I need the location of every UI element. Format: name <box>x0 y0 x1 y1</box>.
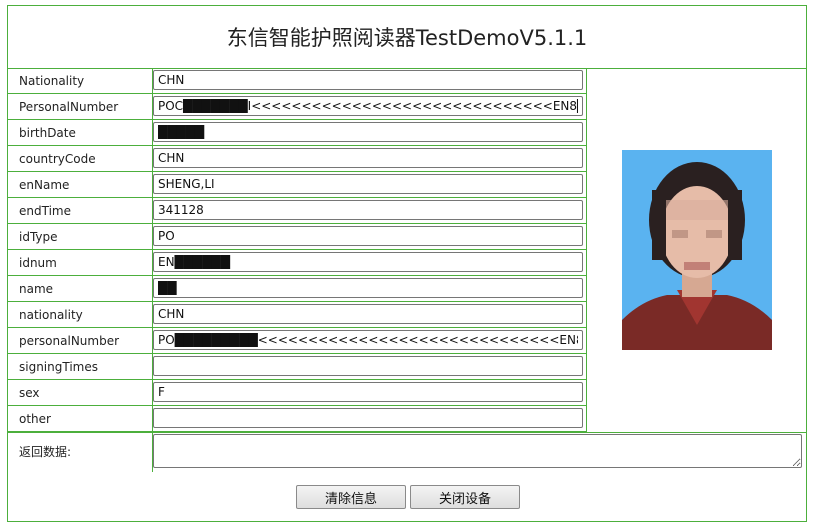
field-cell-idType <box>153 224 587 250</box>
field-input-name[interactable] <box>153 278 583 298</box>
field-label-sex: sex <box>8 380 153 406</box>
field-input-enName[interactable] <box>153 174 583 194</box>
field-cell-signingTimes <box>153 354 587 380</box>
field-label-personalNumber: personalNumber <box>8 328 153 354</box>
field-input-birthDate[interactable] <box>153 122 583 142</box>
field-cell-PersonalNumber <box>153 94 587 120</box>
field-label-countryCode: countryCode <box>8 146 153 172</box>
return-data-label: 返回数据: <box>8 432 153 472</box>
field-input-countryCode[interactable] <box>153 148 583 168</box>
field-label-idnum: idnum <box>8 250 153 276</box>
photo-cell <box>587 68 806 432</box>
close-device-button[interactable]: 关闭设备 <box>410 485 520 509</box>
field-input-idnum[interactable] <box>153 252 583 272</box>
button-row: 清除信息 关闭设备 <box>8 473 806 521</box>
field-cell-enName <box>153 172 587 198</box>
field-input-nationality[interactable] <box>153 304 583 324</box>
field-cell-Nationality <box>153 68 587 94</box>
return-data-cell <box>153 432 806 472</box>
field-input-personalNumber[interactable] <box>153 330 583 350</box>
field-input-idType[interactable] <box>153 226 583 246</box>
field-label-birthDate: birthDate <box>8 120 153 146</box>
field-input-other[interactable] <box>153 408 583 428</box>
field-label-other: other <box>8 406 153 432</box>
id-photo <box>622 150 772 350</box>
field-input-Nationality[interactable] <box>153 70 583 90</box>
field-cell-other <box>153 406 587 432</box>
field-input-endTime[interactable] <box>153 200 583 220</box>
field-cell-birthDate <box>153 120 587 146</box>
field-cell-personalNumber <box>153 328 587 354</box>
field-label-PersonalNumber: PersonalNumber <box>8 94 153 120</box>
field-label-Nationality: Nationality <box>8 68 153 94</box>
field-cell-nationality <box>153 302 587 328</box>
field-input-PersonalNumber[interactable] <box>153 96 583 116</box>
page-title: 东信智能护照阅读器TestDemoV5.1.1 <box>226 26 588 50</box>
clear-info-button[interactable]: 清除信息 <box>296 485 406 509</box>
return-data-textarea[interactable] <box>153 434 802 468</box>
field-cell-countryCode <box>153 146 587 172</box>
portrait-icon <box>622 150 772 350</box>
field-label-nationality: nationality <box>8 302 153 328</box>
field-input-signingTimes[interactable] <box>153 356 583 376</box>
form-area: NationalityPersonalNumberbirthDatecountr… <box>8 68 806 472</box>
field-cell-name <box>153 276 587 302</box>
field-cell-idnum <box>153 250 587 276</box>
field-label-enName: enName <box>8 172 153 198</box>
field-cell-endTime <box>153 198 587 224</box>
field-label-endTime: endTime <box>8 198 153 224</box>
field-label-name: name <box>8 276 153 302</box>
field-input-sex[interactable] <box>153 382 583 402</box>
title-row: 东信智能护照阅读器TestDemoV5.1.1 <box>8 6 806 69</box>
field-cell-sex <box>153 380 587 406</box>
main-table: 东信智能护照阅读器TestDemoV5.1.1 NationalityPerso… <box>7 5 807 522</box>
field-label-idType: idType <box>8 224 153 250</box>
field-label-signingTimes: signingTimes <box>8 354 153 380</box>
